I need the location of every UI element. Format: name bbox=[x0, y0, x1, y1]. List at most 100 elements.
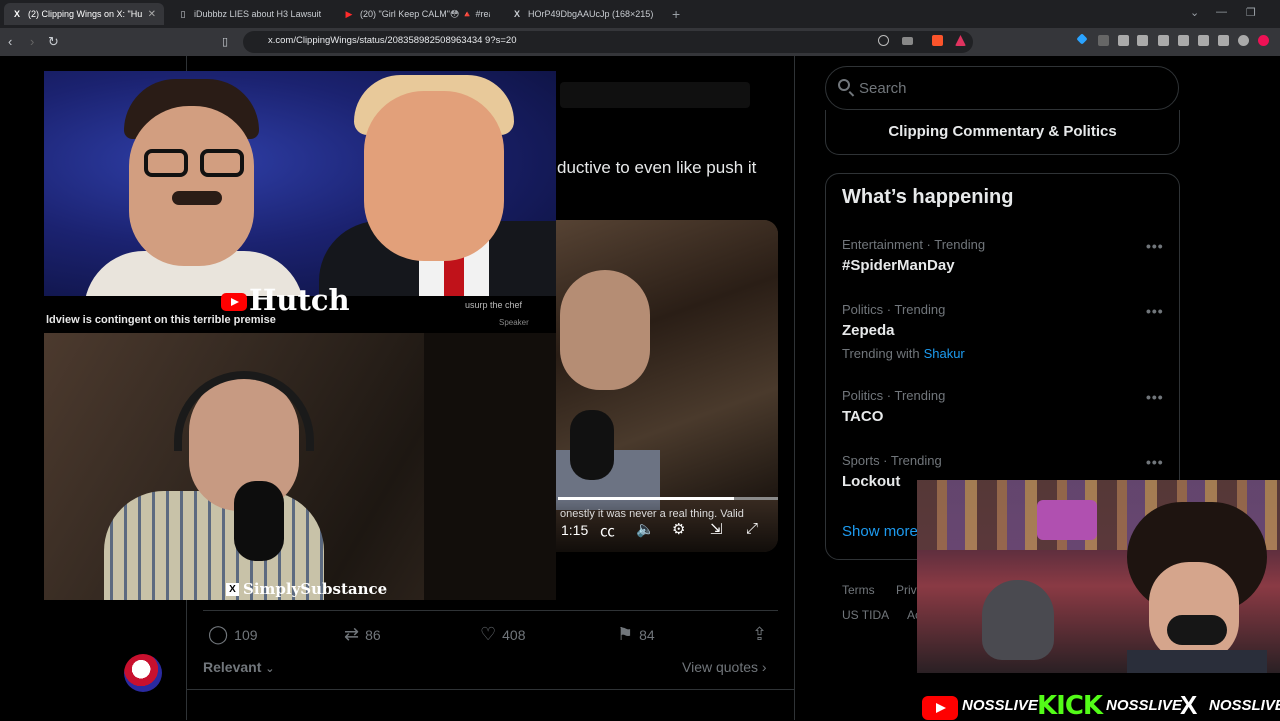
music-icon[interactable] bbox=[1158, 35, 1169, 46]
brave-shield-icon[interactable] bbox=[932, 35, 943, 46]
shield-icon[interactable] bbox=[1238, 35, 1249, 46]
close-tab-icon[interactable]: ✕ bbox=[148, 9, 156, 20]
tweet-video[interactable]: onestly it was never a real thing. Valid bbox=[520, 220, 778, 552]
blurred-header bbox=[560, 82, 750, 108]
sidebar-icon[interactable] bbox=[1178, 35, 1189, 46]
sort-label: Relevant bbox=[203, 659, 262, 675]
microphone-image bbox=[570, 410, 614, 480]
microphone-image bbox=[1167, 615, 1227, 645]
cast-icon[interactable] bbox=[902, 37, 913, 45]
youtube-logo-icon bbox=[221, 293, 247, 311]
streamer bbox=[1127, 650, 1267, 673]
tab-search-icon[interactable]: ⌄ bbox=[1190, 6, 1199, 19]
download-icon[interactable] bbox=[1137, 35, 1148, 46]
view-quotes-link[interactable]: View quotes › bbox=[682, 659, 767, 675]
glasses-image bbox=[144, 149, 254, 179]
repost-button[interactable]: ⇄ 86 bbox=[344, 624, 381, 645]
chevron-down-icon: ⌄ bbox=[265, 663, 275, 675]
new-tab-icon[interactable]: + bbox=[672, 6, 680, 22]
view-quotes-label: View quotes bbox=[682, 659, 759, 675]
video-person bbox=[560, 270, 650, 390]
mask-figure bbox=[982, 580, 1054, 660]
bookmark-icon: ⚑ bbox=[617, 624, 634, 644]
trend-category: Politics · Trending bbox=[842, 388, 946, 403]
like-count: 408 bbox=[502, 626, 526, 643]
tab-clipping-wings[interactable]: X (2) Clipping Wings on X: "Hutch ✕ bbox=[4, 3, 164, 25]
trend-name[interactable]: TACO bbox=[842, 408, 883, 425]
sort-replies-button[interactable]: Relevant ⌄ bbox=[203, 659, 274, 675]
video-time: 1:15 bbox=[561, 522, 589, 538]
pip-icon[interactable]: ⇲ bbox=[710, 520, 723, 538]
tab-girl-keep-calm[interactable]: ▶ (20) "Girl Keep CALM"😳 🔺 #real #s bbox=[336, 3, 498, 25]
divider bbox=[794, 56, 795, 720]
forward-icon[interactable]: › bbox=[30, 34, 34, 49]
url-text[interactable]: x.com/ClippingWings/status/2083589825089… bbox=[268, 35, 517, 46]
more-options-icon[interactable]: ••• bbox=[1146, 238, 1164, 254]
wallet-icon[interactable] bbox=[1198, 35, 1209, 46]
like-button[interactable]: ♡ 408 bbox=[480, 624, 526, 645]
more-options-icon[interactable]: ••• bbox=[1146, 454, 1164, 470]
webcam-overlay bbox=[917, 480, 1280, 673]
share-button[interactable]: ⇪ bbox=[752, 624, 767, 645]
community-title[interactable]: Clipping Commentary & Politics bbox=[825, 123, 1180, 140]
video-progress-fill bbox=[558, 497, 734, 500]
back-icon[interactable]: ‹ bbox=[8, 34, 12, 49]
kick-logo: KICK bbox=[1037, 691, 1103, 721]
reply-button[interactable]: ◯ 109 bbox=[208, 624, 258, 645]
fullscreen-icon[interactable]: ⤢ bbox=[746, 520, 758, 537]
reload-icon[interactable]: ↻ bbox=[48, 34, 59, 50]
divider bbox=[187, 689, 794, 690]
captions-icon[interactable]: ㏄ bbox=[600, 520, 615, 541]
more-options-icon[interactable]: ••• bbox=[1146, 389, 1164, 405]
thumbnail-caption: ldview is contingent on this terrible pr… bbox=[46, 314, 276, 326]
settings-icon[interactable]: ⚙ bbox=[672, 520, 685, 538]
tab-title: (2) Clipping Wings on X: "Hutch bbox=[28, 9, 142, 19]
footer-link[interactable]: US TIDA bbox=[842, 608, 889, 622]
trend-name[interactable]: #SpiderManDay bbox=[842, 257, 955, 274]
speaker-label: Speaker bbox=[499, 318, 529, 327]
tab-image[interactable]: X HOrP49DbgAAUcJp (168×215) bbox=[504, 3, 664, 25]
document-icon: ▯ bbox=[180, 8, 186, 19]
profile-icon[interactable] bbox=[1258, 35, 1269, 46]
youtube-icon: ▶ bbox=[345, 8, 353, 19]
search-icon bbox=[838, 79, 850, 91]
video-caption: onestly it was never a real thing. Valid bbox=[560, 508, 744, 520]
x-handle: NOSSLIVE bbox=[1209, 697, 1280, 714]
webcam-background bbox=[1037, 500, 1097, 540]
x-logo-icon: X bbox=[226, 583, 239, 596]
video-progress-bar[interactable] bbox=[558, 497, 778, 500]
thumbnail-caption-right: usurp the chef bbox=[465, 300, 523, 310]
footer-link[interactable]: Terms bbox=[842, 583, 875, 597]
chevron-right-icon: › bbox=[761, 659, 767, 675]
show-more-link[interactable]: Show more bbox=[842, 523, 918, 540]
thumbnail-person bbox=[129, 106, 254, 266]
x-logo-icon: X bbox=[513, 9, 520, 19]
x-logo-icon: X bbox=[13, 9, 20, 19]
more-options-icon[interactable]: ••• bbox=[1146, 303, 1164, 319]
trend-name[interactable]: Lockout bbox=[842, 473, 900, 490]
trend-category: Sports · Trending bbox=[842, 453, 942, 468]
trending-with-link[interactable]: Shakur bbox=[924, 346, 965, 361]
youtube-handle: NOSSLIVE bbox=[962, 697, 1038, 714]
minimize-icon[interactable]: — bbox=[1216, 6, 1227, 18]
bookmark-icon[interactable]: ▯ bbox=[222, 35, 228, 48]
puzzle-icon[interactable] bbox=[1118, 35, 1129, 46]
kick-handle: NOSSLIVE bbox=[1106, 697, 1182, 714]
reply-icon: ◯ bbox=[208, 624, 229, 644]
tab-title: iDubbbz LIES about H3 Lawsuit | ED bbox=[194, 9, 322, 19]
vpn-icon[interactable] bbox=[1218, 35, 1229, 46]
trend-category: Entertainment · Trending bbox=[842, 237, 986, 252]
trend-name[interactable]: Zepeda bbox=[842, 322, 895, 339]
search-input[interactable]: Search bbox=[859, 80, 907, 97]
bookmark-button[interactable]: ⚑ 84 bbox=[617, 624, 655, 645]
tab-idubbbz[interactable]: ▯ iDubbbz LIES about H3 Lawsuit | ED bbox=[170, 3, 330, 25]
maximize-icon[interactable]: ❐ bbox=[1246, 6, 1256, 19]
panel-title: What’s happening bbox=[842, 186, 1014, 208]
trending-with-label: Trending with bbox=[842, 346, 920, 361]
footer-link[interactable]: Priv bbox=[896, 583, 917, 597]
repost-count: 86 bbox=[365, 626, 381, 643]
zoom-icon[interactable] bbox=[878, 35, 889, 46]
extension-icon[interactable] bbox=[1098, 35, 1109, 46]
avatar[interactable] bbox=[124, 654, 162, 692]
volume-icon[interactable]: 🔈 bbox=[636, 520, 655, 538]
